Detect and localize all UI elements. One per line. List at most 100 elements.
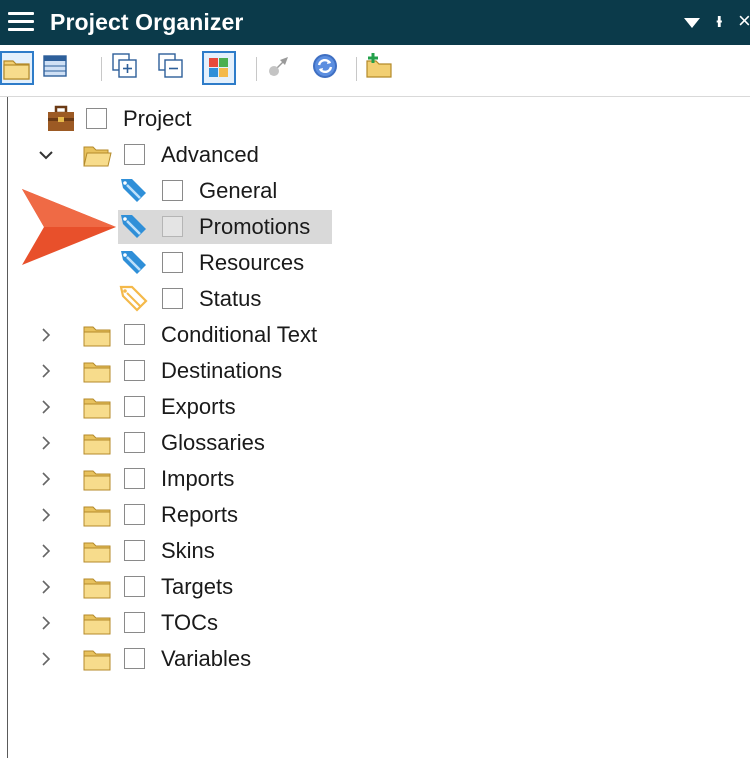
close-icon[interactable]: ×: [738, 8, 750, 34]
folder-icon: [83, 470, 111, 491]
promotions-checkbox[interactable]: [162, 216, 183, 237]
briefcase-icon: [48, 105, 74, 131]
tree-item-label: Imports: [161, 466, 235, 491]
tree-item-folder[interactable]: Destinations: [38, 354, 358, 388]
folder-checkbox[interactable]: [124, 360, 145, 381]
tree-item-general[interactable]: General: [118, 174, 318, 208]
tree-item-label: TOCs: [161, 610, 219, 635]
collapse-all-button[interactable]: [156, 51, 190, 85]
tree-item-advanced[interactable]: Advanced: [38, 138, 338, 172]
project-checkbox[interactable]: [86, 108, 107, 129]
tree-item-label: Resources: [199, 250, 305, 275]
grid-view-button[interactable]: [40, 51, 74, 85]
folder-icon: [83, 614, 111, 635]
tree-item-label: Variables: [161, 646, 252, 671]
folder-checkbox[interactable]: [124, 576, 145, 597]
chevron-right-icon[interactable]: [38, 399, 54, 415]
tree-item-label: Targets: [161, 574, 234, 599]
tree-item-label: Status: [199, 286, 262, 311]
show-folders-icon: [3, 60, 30, 80]
tree-item-label: Advanced: [161, 142, 259, 167]
panel-title: Project Organizer: [50, 9, 244, 35]
hamburger-icon[interactable]: [8, 12, 34, 32]
tree-item-folder[interactable]: Reports: [38, 498, 358, 532]
folder-icon: [83, 578, 111, 599]
title-bar: Project Organizer ᵼ ×: [0, 0, 750, 45]
toolbar-separator: [256, 57, 257, 81]
color-grid-button[interactable]: [202, 51, 236, 85]
grid-view-icon: [43, 55, 67, 77]
chevron-right-icon[interactable]: [38, 327, 54, 343]
tree-item-folder[interactable]: Targets: [38, 570, 358, 604]
tree-item-label: Skins: [161, 538, 215, 563]
folder-icon: [83, 434, 111, 455]
advanced-checkbox[interactable]: [124, 144, 145, 165]
tree-item-folder[interactable]: Conditional Text: [38, 318, 358, 352]
folder-icon: [83, 506, 111, 527]
folder-checkbox[interactable]: [124, 468, 145, 489]
folder-checkbox[interactable]: [124, 612, 145, 633]
folder-checkbox[interactable]: [124, 432, 145, 453]
folder-icon: [83, 398, 111, 419]
status-checkbox[interactable]: [162, 288, 183, 309]
color-grid-icon: [209, 58, 228, 77]
toolbar-separator: [356, 57, 357, 81]
chevron-right-icon[interactable]: [38, 543, 54, 559]
chevron-right-icon[interactable]: [38, 579, 54, 595]
tree-item-label: Promotions: [199, 214, 311, 239]
folder-checkbox[interactable]: [124, 648, 145, 669]
tree-item-label: Glossaries: [161, 430, 265, 455]
tree-item-label: Reports: [161, 502, 239, 527]
chevron-right-icon[interactable]: [38, 471, 54, 487]
build-icon: [269, 57, 288, 76]
general-checkbox[interactable]: [162, 180, 183, 201]
collapse-all-icon: [158, 53, 183, 78]
tree-item-folder[interactable]: Glossaries: [38, 426, 358, 460]
chevron-right-icon[interactable]: [38, 363, 54, 379]
chevron-down-icon[interactable]: [38, 147, 54, 163]
build-button[interactable]: [264, 51, 298, 85]
refresh-icon: [313, 54, 337, 78]
toolbar-separator: [101, 57, 102, 81]
folder-icon: [83, 650, 111, 671]
folder-checkbox[interactable]: [124, 540, 145, 561]
tree-item-folder[interactable]: Exports: [38, 390, 358, 424]
show-folders-button[interactable]: [0, 51, 34, 85]
tree-item-folder[interactable]: TOCs: [38, 606, 358, 640]
tree-item-folder[interactable]: Skins: [38, 534, 358, 568]
folder-icon: [83, 326, 111, 347]
open-folder-icon: [83, 146, 112, 167]
orange-tag-icon: [119, 285, 148, 312]
chevron-right-icon[interactable]: [38, 507, 54, 523]
tree-item-folder[interactable]: Imports: [38, 462, 358, 496]
tree-item-label: Exports: [161, 394, 236, 419]
tree-item-label: Destinations: [161, 358, 283, 383]
tree-item-status[interactable]: Status: [118, 282, 318, 316]
folder-checkbox[interactable]: [124, 396, 145, 417]
add-folder-icon: [366, 53, 392, 78]
triangle-down-icon[interactable]: [684, 18, 701, 28]
tree-item-folder[interactable]: Variables: [38, 642, 358, 676]
folder-icon: [83, 362, 111, 383]
blue-tag-icon: [121, 251, 146, 274]
chevron-right-icon[interactable]: [38, 651, 54, 667]
panel-border: [7, 97, 8, 758]
folder-icon: [83, 542, 111, 563]
chevron-right-icon[interactable]: [38, 435, 54, 451]
toolbar: [0, 45, 750, 97]
refresh-button[interactable]: [310, 51, 344, 85]
blue-tag-icon: [121, 179, 146, 202]
tree-item-label: Conditional Text: [161, 322, 318, 347]
expand-all-button[interactable]: [110, 51, 144, 85]
tree-item-project[interactable]: Project: [46, 102, 246, 136]
tree-item-promotions[interactable]: Promotions: [118, 210, 332, 244]
resources-checkbox[interactable]: [162, 252, 183, 273]
folder-checkbox[interactable]: [124, 504, 145, 525]
add-folder-button[interactable]: [364, 51, 398, 85]
folder-checkbox[interactable]: [124, 324, 145, 345]
pin-icon[interactable]: ᵼ: [716, 8, 722, 34]
tree-item-resources[interactable]: Resources: [118, 246, 318, 280]
expand-all-icon: [112, 53, 137, 78]
callout-arrow-icon: [22, 189, 116, 265]
chevron-right-icon[interactable]: [38, 615, 54, 631]
